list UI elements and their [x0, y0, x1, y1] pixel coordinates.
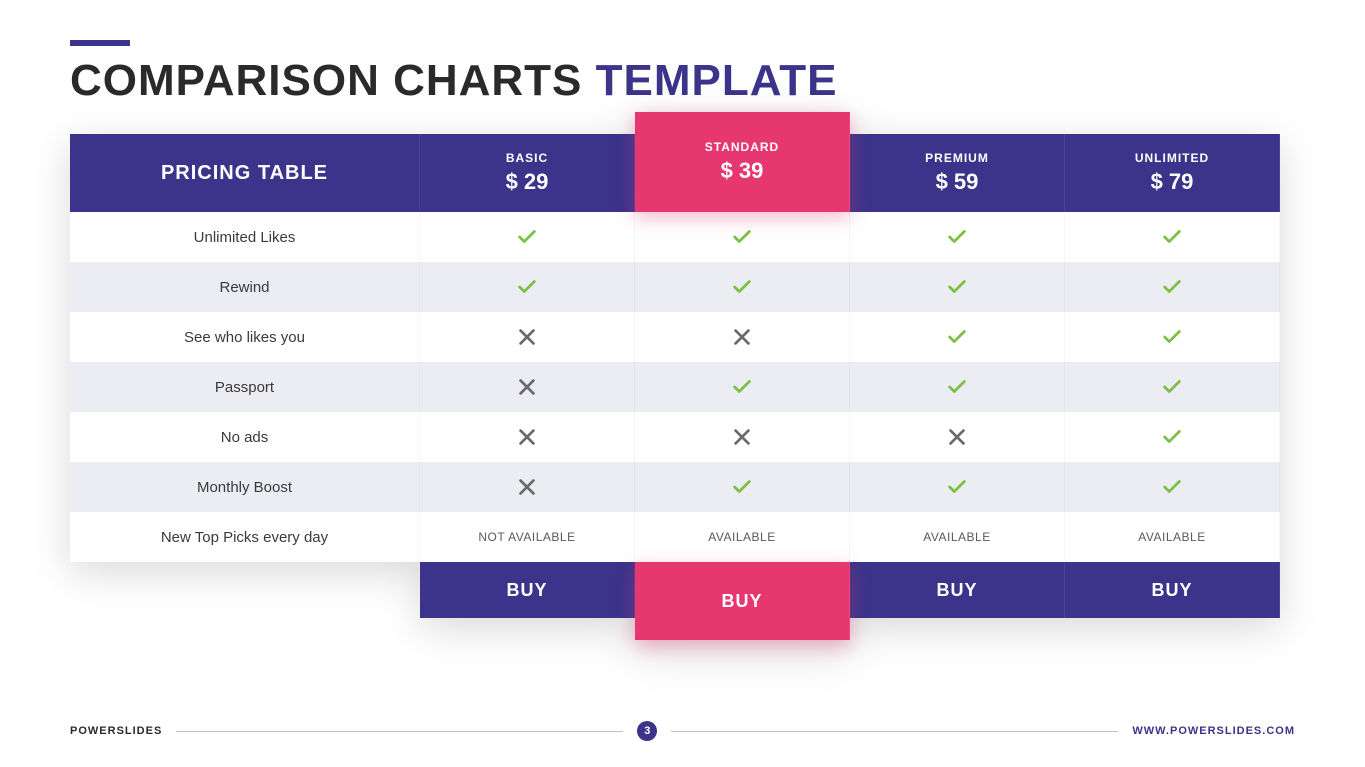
- feature-label: Passport: [70, 362, 420, 412]
- plan-price: $ 59: [936, 169, 979, 195]
- footer-url: WWW.POWERSLIDES.COM: [1132, 725, 1295, 737]
- title-accent: TEMPLATE: [596, 56, 838, 105]
- plan-header-premium: PREMIUM $ 59: [850, 134, 1065, 212]
- feature-label: See who likes you: [70, 312, 420, 362]
- check-icon: [420, 262, 635, 312]
- page-number: 3: [637, 721, 657, 741]
- cross-icon: [635, 312, 850, 362]
- check-icon: [635, 362, 850, 412]
- buy-button-standard[interactable]: BUY: [635, 562, 850, 640]
- cross-icon: [420, 412, 635, 462]
- check-icon: [850, 262, 1065, 312]
- check-icon: [850, 212, 1065, 262]
- availability-text: AVAILABLE: [850, 512, 1065, 562]
- plan-header-unlimited: UNLIMITED $ 79: [1065, 134, 1280, 212]
- cross-icon: [420, 362, 635, 412]
- buy-button-unlimited[interactable]: BUY: [1065, 562, 1280, 618]
- availability-text: AVAILABLE: [1065, 512, 1280, 562]
- divider: [176, 731, 623, 732]
- plan-name: PREMIUM: [925, 151, 989, 165]
- feature-label: Monthly Boost: [70, 462, 420, 512]
- check-icon: [635, 262, 850, 312]
- check-icon: [635, 462, 850, 512]
- check-icon: [635, 212, 850, 262]
- availability-text: NOT AVAILABLE: [420, 512, 635, 562]
- check-icon: [850, 362, 1065, 412]
- buy-button-premium[interactable]: BUY: [850, 562, 1065, 618]
- cross-icon: [420, 462, 635, 512]
- plan-name: UNLIMITED: [1135, 151, 1209, 165]
- title-main: COMPARISON CHARTS: [70, 56, 582, 105]
- check-icon: [1065, 412, 1280, 462]
- pricing-table: PRICING TABLE BASIC $ 29 STANDARD $ 39 PREMIU…: [70, 134, 1295, 618]
- plan-price: $ 29: [506, 169, 549, 195]
- footer: POWERSLIDES 3 WWW.POWERSLIDES.COM: [70, 721, 1295, 741]
- divider: [671, 731, 1118, 732]
- feature-label: Unlimited Likes: [70, 212, 420, 262]
- check-icon: [1065, 262, 1280, 312]
- plan-name: STANDARD: [705, 140, 779, 154]
- page-title: COMPARISON CHARTS TEMPLATE: [70, 56, 1295, 106]
- buy-spacer: [70, 562, 420, 618]
- check-icon: [850, 462, 1065, 512]
- buy-button-basic[interactable]: BUY: [420, 562, 635, 618]
- feature-label: No ads: [70, 412, 420, 462]
- feature-label: Rewind: [70, 262, 420, 312]
- check-icon: [1065, 312, 1280, 362]
- brand-label: POWERSLIDES: [70, 725, 162, 737]
- accent-bar: [70, 40, 130, 46]
- cross-icon: [635, 412, 850, 462]
- plan-name: BASIC: [506, 151, 548, 165]
- plan-header-basic: BASIC $ 29: [420, 134, 635, 212]
- check-icon: [1065, 462, 1280, 512]
- feature-label: New Top Picks every day: [70, 512, 420, 562]
- check-icon: [850, 312, 1065, 362]
- cross-icon: [850, 412, 1065, 462]
- cross-icon: [420, 312, 635, 362]
- plan-header-standard: STANDARD $ 39: [635, 112, 850, 212]
- availability-text: AVAILABLE: [635, 512, 850, 562]
- check-icon: [420, 212, 635, 262]
- check-icon: [1065, 212, 1280, 262]
- check-icon: [1065, 362, 1280, 412]
- plan-price: $ 79: [1151, 169, 1194, 195]
- plan-price: $ 39: [721, 158, 764, 184]
- table-header: PRICING TABLE: [70, 134, 420, 212]
